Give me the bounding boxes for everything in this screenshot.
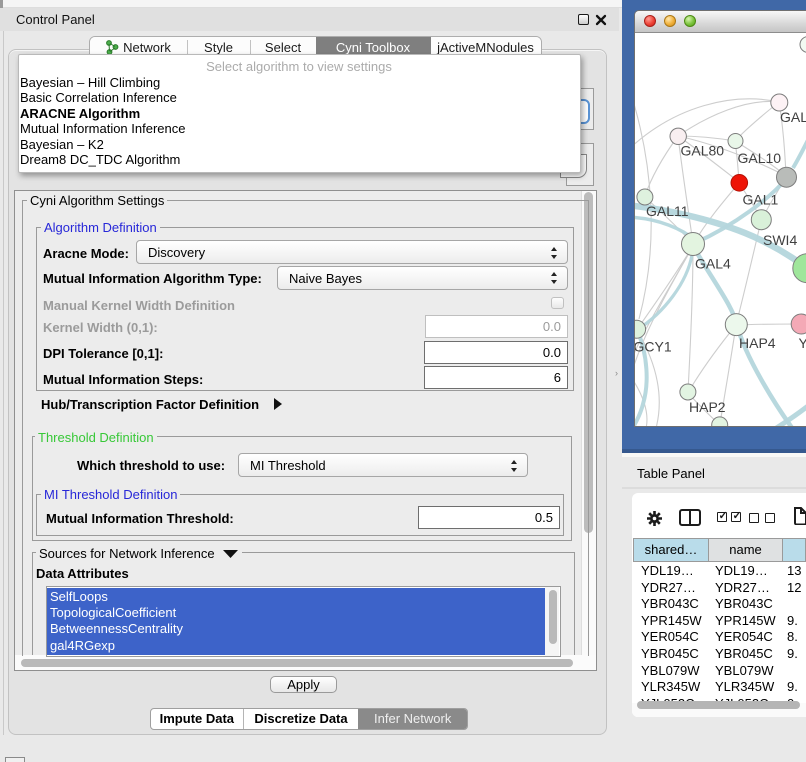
svg-text:GAL10: GAL10 <box>737 150 781 166</box>
svg-text:GAL11: GAL11 <box>646 203 689 219</box>
svg-text:Y: Y <box>798 335 806 351</box>
svg-text:HAP2: HAP2 <box>689 399 726 415</box>
svg-text:GAL1: GAL1 <box>742 191 778 207</box>
svg-text:SWI4: SWI4 <box>763 232 797 248</box>
svg-text:GAL2: GAL2 <box>780 109 806 125</box>
svg-text:GAL4: GAL4 <box>695 255 731 271</box>
svg-text:HAP4: HAP4 <box>739 335 776 351</box>
svg-text:GAL80: GAL80 <box>680 142 724 158</box>
svg-text:GCY1: GCY1 <box>635 338 672 354</box>
